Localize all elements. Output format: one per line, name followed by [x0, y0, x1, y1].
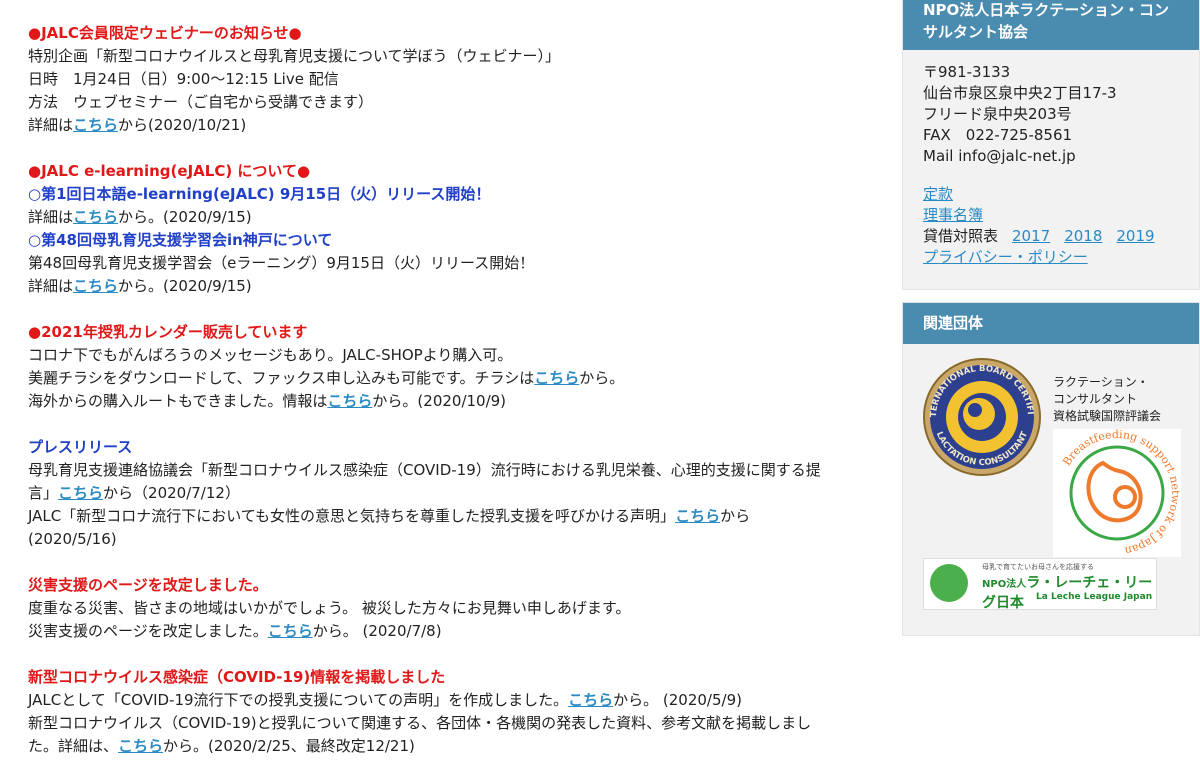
org-postal: 〒981-3133	[923, 63, 1011, 81]
elearning-heading: ●JALC e-learning(eJALC) について●	[28, 162, 311, 180]
news-disaster: 災害支援のページを改定しました。 度重なる災害、皆さまの地域はいかがでしょう。 …	[28, 574, 878, 643]
covid-line-1: JALCとして「COVID-19流行下での授乳支援についての声明」を作成しました…	[28, 691, 742, 709]
link-riji-meibo[interactable]: 理事名簿	[923, 206, 983, 224]
sidebar-related-title: 関連団体	[903, 303, 1199, 344]
webinar-detail: 詳細はこちらから(2020/10/21)	[28, 116, 247, 134]
calendar-flyer-link[interactable]: こちら	[534, 369, 579, 387]
press-line-4: (2020/5/16)	[28, 530, 117, 548]
ibclc-caption: ラクテーション・ コンサルタント 資格試験国際評議会	[1053, 375, 1162, 423]
webinar-line-1: 特別企画「新型コロナウイルスと母乳育児支援について学ぼう（ウェビナー）」	[28, 47, 561, 65]
press-heading: プレスリリース	[28, 438, 133, 456]
news-column: ●JALC会員限定ウェビナーのお知らせ● 特別企画「新型コロナウイルスと母乳育児…	[28, 22, 878, 781]
ibclc-logo[interactable]: INTERNATIONAL BOARD CERTIFIED LACTATION …	[921, 356, 1043, 478]
org-address: 〒981-3133 仙台市泉区泉中央2丁目17-3 フリード泉中央203号 FA…	[923, 62, 1179, 167]
covid-heading: 新型コロナウイルス感染症（COVID-19)情報を掲載しました	[28, 668, 446, 686]
la-leche-league-logo[interactable]: 母乳で育てたいお母さんを応援する NPO法人ラ・レーチェ・リーグ日本 La Le…	[923, 558, 1157, 611]
balance-2017-link[interactable]: 2017	[1012, 227, 1050, 245]
org-links: 定款 理事名簿 貸借対照表 2017 2018 2019 プライバシー・ポリシー	[923, 184, 1179, 268]
covid-statement-link[interactable]: こちら	[568, 691, 613, 709]
elearning-sub-1-link[interactable]: こちら	[73, 208, 118, 226]
news-press: プレスリリース 母乳育児支援連絡協議会「新型コロナウイルス感染症（COVID-1…	[28, 436, 878, 551]
org-addr-2: フリード泉中央203号	[923, 105, 1072, 123]
elearning-sub-1: ○第1回日本語e-learning(eJALC) 9月15日（火）リリース開始！	[28, 185, 491, 203]
news-webinar: ●JALC会員限定ウェビナーのお知らせ● 特別企画「新型コロナウイルスと母乳育児…	[28, 22, 878, 137]
press-link-1[interactable]: こちら	[58, 484, 103, 502]
disaster-line-1: 度重なる災害、皆さまの地域はいかがでしょう。 被災した方々にお見舞い申しあげます…	[28, 599, 631, 617]
sidebar-org-box: NPO法人日本ラクテーション・コン サルタント協会 〒981-3133 仙台市泉…	[902, 0, 1200, 290]
press-line-3: JALC「新型コロナ流行下においても女性の意思と気持ちを尊重した授乳支援を呼びか…	[28, 507, 751, 525]
webinar-detail-link[interactable]: こちら	[73, 116, 118, 134]
elearning-sub-1-detail: 詳細はこちらから。(2020/9/15)	[28, 208, 252, 226]
calendar-overseas-link[interactable]: こちら	[327, 392, 372, 410]
link-privacy-policy[interactable]: プライバシー・ポリシー	[923, 248, 1088, 266]
press-line-2: 言」こちらから（2020/7/12）	[28, 484, 240, 502]
disaster-line-2: 災害支援のページを改定しました。こちらから。 (2020/7/8)	[28, 622, 442, 640]
link-teikan[interactable]: 定款	[923, 185, 953, 203]
disaster-link[interactable]: こちら	[268, 622, 313, 640]
elearning-sub-2: ○第48回母乳育児支援学習会in神戸について	[28, 231, 333, 249]
news-calendar: ●2021年授乳カレンダー販売しています コロナ下でもがんばろうのメッセージもあ…	[28, 321, 878, 413]
elearning-sub-2-line: 第48回母乳育児支援学習会（eラーニング）9月15日（火）リリース開始！	[28, 254, 535, 272]
webinar-heading: ●JALC会員限定ウェビナーのお知らせ●	[28, 24, 302, 42]
covid-detail-link[interactable]: こちら	[118, 737, 163, 755]
elearning-sub-2-detail: 詳細はこちらから。(2020/9/15)	[28, 277, 252, 295]
news-elearning: ●JALC e-learning(eJALC) について● ○第1回日本語e-l…	[28, 160, 878, 298]
calendar-line-2: 美麗チラシをダウンロードして、ファックス申し込みも可能です。チラシはこちらから。	[28, 369, 625, 387]
covid-line-3: た。詳細は、こちらから。(2020/2/25、最終改定12/21)	[28, 737, 415, 755]
balance-2019-link[interactable]: 2019	[1116, 227, 1154, 245]
elearning-sub-2-link[interactable]: こちら	[73, 277, 118, 295]
calendar-line-3: 海外からの購入ルートもできました。情報はこちらから。(2020/10/9)	[28, 392, 507, 410]
lll-mother-icon	[930, 564, 968, 602]
balance-2018-link[interactable]: 2018	[1064, 227, 1102, 245]
news-covid: 新型コロナウイルス感染症（COVID-19)情報を掲載しました JALCとして「…	[28, 666, 878, 758]
webinar-line-2: 日時 1月24日（日）9:00〜12:15 Live 配信	[28, 70, 339, 88]
covid-line-2: 新型コロナウイルス（COVID-19)と授乳について関連する、各団体・各機関の発…	[28, 714, 812, 732]
sidebar-related-box: 関連団体 INTERNATIONAL BOARD CERTIFIED LACTA…	[902, 302, 1200, 636]
press-line-1: 母乳育児支援連絡協議会「新型コロナウイルス感染症（COVID-19）流行時におけ…	[28, 461, 821, 479]
webinar-line-3: 方法 ウェブセミナー（ご自宅から受講できます）	[28, 93, 374, 111]
org-addr-1: 仙台市泉区泉中央2丁目17-3	[923, 84, 1117, 102]
balance-sheet-row: 貸借対照表 2017 2018 2019	[923, 227, 1155, 245]
breastfeeding-support-network-logo[interactable]: Breastfeeding support network of Japan	[1053, 429, 1181, 557]
org-mail: Mail info@jalc-net.jp	[923, 147, 1076, 165]
org-fax: FAX 022-725-8561	[923, 126, 1073, 144]
disaster-heading: 災害支援のページを改定しました。	[28, 576, 268, 594]
sidebar-org-title: NPO法人日本ラクテーション・コン サルタント協会	[903, 0, 1199, 50]
calendar-heading: ●2021年授乳カレンダー販売しています	[28, 323, 308, 341]
press-link-2[interactable]: こちら	[675, 507, 720, 525]
calendar-line-1: コロナ下でもがんばろうのメッセージもあり。JALC-SHOPより購入可。	[28, 346, 513, 364]
